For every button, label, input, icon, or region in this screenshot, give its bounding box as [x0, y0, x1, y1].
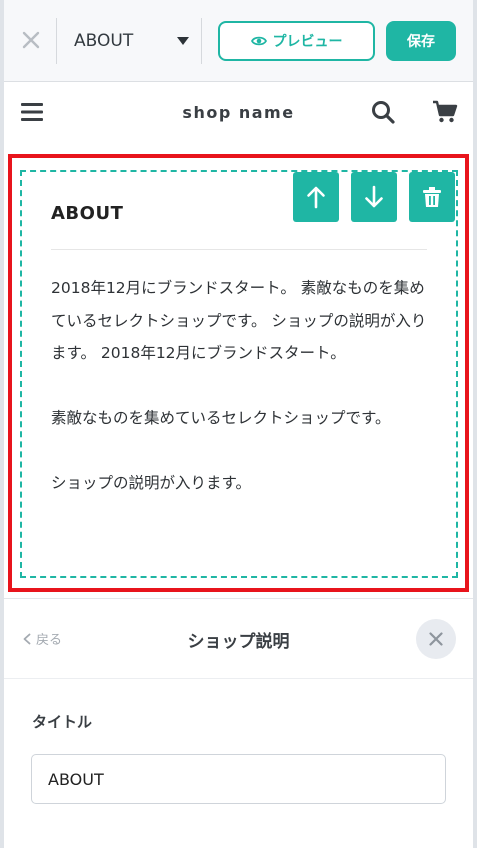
hamburger-icon[interactable]: [19, 99, 45, 125]
back-button[interactable]: 戻る: [22, 629, 62, 648]
shop-header: shop name: [4, 83, 473, 143]
close-icon: [22, 31, 40, 49]
close-editor-button[interactable]: [14, 23, 48, 57]
eye-icon: [250, 36, 267, 46]
close-icon: [429, 632, 443, 646]
search-icon[interactable]: [370, 99, 396, 125]
caret-down-icon: [177, 37, 189, 45]
app-frame: ABOUT プレビュー 保存 shop name ABOUT 2018年12月に…: [4, 0, 473, 848]
panel-close-button[interactable]: [416, 619, 456, 659]
page-select-value: ABOUT: [74, 31, 134, 51]
title-field-label: タイトル: [32, 713, 93, 731]
move-up-button[interactable]: [293, 172, 339, 222]
back-button-label: 戻る: [36, 633, 63, 648]
preview-button[interactable]: プレビュー: [218, 21, 375, 61]
panel-title: ショップ説明: [187, 632, 290, 652]
title-input[interactable]: [31, 754, 446, 804]
arrow-down-icon: [365, 185, 383, 208]
delete-section-button[interactable]: [409, 172, 455, 222]
section-body: 2018年12月にブランドスタート。 素敵なものを集めているセレクトショップです…: [51, 272, 431, 500]
section-title: ABOUT: [51, 203, 124, 224]
section-paragraph: 2018年12月にブランドスタート。 素敵なものを集めているセレクトショップです…: [51, 279, 427, 362]
preview-button-label: プレビュー: [272, 33, 343, 49]
section-paragraph: ショップの説明が入ります。: [51, 474, 251, 492]
panel-header: 戻る ショップ説明: [4, 599, 473, 679]
title-divider: [51, 249, 427, 250]
cart-icon[interactable]: [432, 99, 458, 125]
chevron-left-icon: [23, 633, 31, 644]
section-paragraph: 素敵なものを集めているセレクトショップです。: [51, 409, 391, 427]
save-button-label: 保存: [407, 33, 435, 49]
arrow-up-icon: [307, 186, 325, 209]
page-select[interactable]: ABOUT: [60, 18, 200, 64]
save-button[interactable]: 保存: [386, 21, 456, 61]
move-down-button[interactable]: [351, 172, 397, 222]
editor-toolbar: ABOUT プレビュー 保存: [4, 0, 473, 82]
shop-name[interactable]: shop name: [124, 103, 353, 122]
toolbar-divider: [201, 18, 202, 64]
settings-panel: 戻る ショップ説明 タイトル: [4, 598, 473, 848]
toolbar-divider: [56, 18, 57, 64]
trash-icon: [423, 187, 441, 207]
